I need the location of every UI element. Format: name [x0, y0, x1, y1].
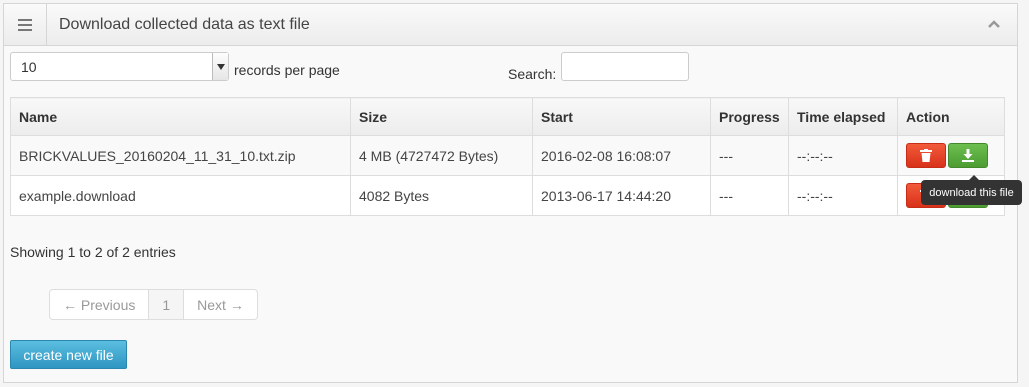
records-per-page-value: 10	[21, 59, 37, 75]
column-header-action: Action	[897, 97, 1005, 136]
table-header-row: Name Size Start Progress Time elapsed Ac…	[10, 97, 1005, 136]
cell-elapsed: --:--:--	[788, 175, 898, 216]
column-header-time-elapsed[interactable]: Time elapsed	[788, 97, 898, 136]
search-label: Search:	[508, 66, 557, 82]
cell-progress: ---	[710, 175, 789, 216]
records-per-page-label: records per page	[234, 62, 340, 78]
create-new-file-button[interactable]: create new file	[10, 340, 127, 369]
download-tooltip: download this file	[921, 175, 1022, 205]
cell-name: example.download	[10, 175, 351, 216]
download-button[interactable]	[948, 143, 988, 168]
widget-title: Download collected data as text file	[59, 16, 310, 33]
table-row: BRICKVALUES_20160204_11_31_10.txt.zip 4 …	[10, 135, 1005, 176]
cell-name: BRICKVALUES_20160204_11_31_10.txt.zip	[10, 135, 351, 176]
chevron-down-icon[interactable]	[212, 53, 228, 80]
pagination: ← Previous 1 Next →	[49, 289, 258, 320]
column-header-progress[interactable]: Progress	[710, 97, 789, 136]
chevron-up-icon[interactable]	[987, 17, 1001, 31]
trash-icon	[920, 149, 932, 162]
table-row: example.download 4082 Bytes 2013-06-17 1…	[10, 175, 1005, 216]
cell-start: 2016-02-08 16:08:07	[532, 135, 711, 176]
page-1-button[interactable]: 1	[149, 290, 185, 319]
table-info: Showing 1 to 2 of 2 entries	[10, 244, 176, 260]
cell-progress: ---	[710, 135, 789, 176]
cell-size: 4 MB (4727472 Bytes)	[350, 135, 533, 176]
widget-header: Download collected data as text file	[4, 4, 1017, 46]
cell-size: 4082 Bytes	[350, 175, 533, 216]
cell-action	[897, 135, 1005, 176]
download-icon	[962, 149, 974, 162]
delete-button[interactable]	[906, 143, 946, 168]
column-header-start[interactable]: Start	[532, 97, 711, 136]
files-table: Name Size Start Progress Time elapsed Ac…	[10, 97, 1005, 216]
search-input[interactable]	[561, 52, 689, 81]
cell-elapsed: --:--:--	[788, 135, 898, 176]
column-header-size[interactable]: Size	[350, 97, 533, 136]
records-per-page-select[interactable]: 10	[10, 52, 229, 81]
cell-start: 2013-06-17 14:44:20	[532, 175, 711, 216]
column-header-name[interactable]: Name	[10, 97, 351, 136]
previous-page-button[interactable]: ← Previous	[50, 290, 150, 319]
next-page-button[interactable]: Next →	[184, 290, 257, 319]
list-icon[interactable]	[4, 4, 47, 45]
